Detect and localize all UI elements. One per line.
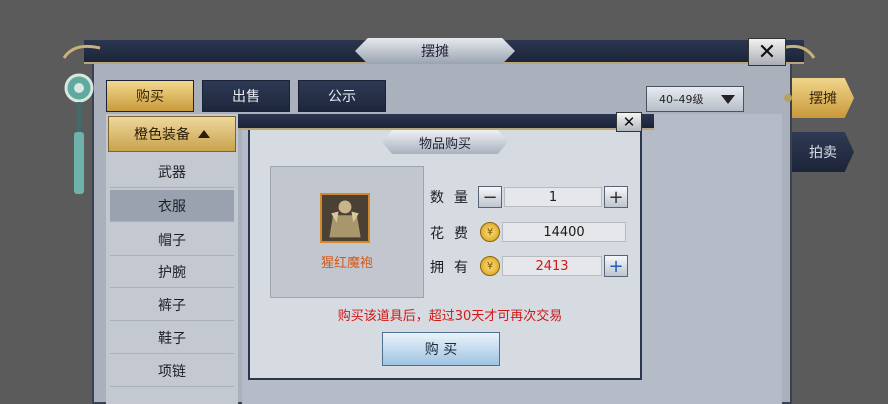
quantity-minus-button[interactable]: − <box>478 186 502 208</box>
quantity-plus-button[interactable]: + <box>604 186 628 208</box>
close-window-button[interactable]: ✕ <box>748 38 786 66</box>
gold-coin-icon: ¥ <box>480 256 500 276</box>
quantity-input[interactable]: 1 <box>504 187 602 207</box>
buy-button[interactable]: 购 买 <box>382 332 500 366</box>
tab-sell[interactable]: 出售 <box>202 80 290 112</box>
jade-pendant-icon <box>64 73 94 194</box>
category-item-shoes[interactable]: 鞋子 <box>110 322 234 354</box>
category-header-orange-gear[interactable]: 橙色装备 <box>108 116 236 152</box>
trade-warning-text: 购买该道具后，超过30天才可再次交易 <box>337 309 563 324</box>
category-item-clothes[interactable]: 衣服 <box>110 190 234 222</box>
quantity-label: 数量 <box>430 190 478 206</box>
tab-notice[interactable]: 公示 <box>298 80 386 112</box>
owned-label: 拥有 <box>430 260 478 276</box>
category-item-pants[interactable]: 裤子 <box>110 289 234 321</box>
window-title: 摆摊 <box>355 38 515 64</box>
cost-label: 花费 <box>430 226 478 242</box>
chevron-down-icon <box>721 95 735 104</box>
side-tab-stall[interactable]: 摆摊 <box>792 78 854 118</box>
side-tab-auction[interactable]: 拍卖 <box>792 132 854 172</box>
category-item-bracer[interactable]: 护腕 <box>110 256 234 288</box>
category-item-weapon[interactable]: 武器 <box>110 156 234 188</box>
robe-armor-icon[interactable] <box>320 193 370 243</box>
side-tab-marker-icon <box>784 94 792 102</box>
dialog-title: 物品购买 <box>382 130 508 154</box>
add-currency-button[interactable]: + <box>604 255 628 277</box>
owned-value: 2413 <box>502 256 602 276</box>
dialog-title-bar <box>238 114 654 130</box>
cost-value: 14400 <box>502 222 626 242</box>
dialog-close-button[interactable]: ✕ <box>616 112 642 132</box>
left-ornament-icon <box>62 44 101 59</box>
category-item-hat[interactable]: 帽子 <box>110 224 234 256</box>
level-filter-value: 40–49级 <box>659 93 704 106</box>
category-header-label: 橙色装备 <box>134 127 190 143</box>
gold-coin-icon: ¥ <box>480 222 500 242</box>
category-item-necklace[interactable]: 项链 <box>110 355 234 387</box>
level-filter-dropdown[interactable]: 40–49级 <box>646 86 744 112</box>
tab-buy[interactable]: 购买 <box>106 80 194 112</box>
collapse-arrow-icon <box>198 130 210 138</box>
item-name: 猩红魔袍 <box>320 256 373 271</box>
